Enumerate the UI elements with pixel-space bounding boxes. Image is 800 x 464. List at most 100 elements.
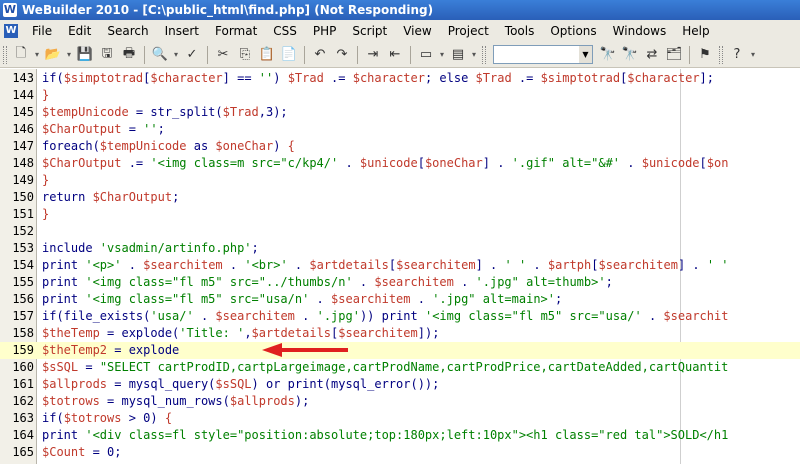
copy-icon[interactable]: ⎘ [235, 45, 255, 65]
code-text: if($totrows > 0) { [42, 410, 172, 427]
menu-project[interactable]: Project [440, 24, 497, 38]
code-editor[interactable]: 143 if($simptotrad[$character] == '') $Tr… [0, 69, 800, 464]
code-line[interactable]: 157 if(file_exists('usa/' . $searchitem .… [0, 308, 800, 325]
code-line[interactable]: 163 if($totrows > 0) { [0, 410, 800, 427]
find-icon[interactable]: 🔭 [598, 45, 618, 65]
annotation-arrow [262, 343, 348, 357]
code-token: $searchitem [215, 309, 295, 323]
code-line[interactable]: 151} [0, 206, 800, 223]
code-line[interactable]: 161 $allprods = mysql_query($sSQL) or pri… [0, 376, 800, 393]
toolbar-grip[interactable] [719, 45, 723, 64]
code-line[interactable]: 158 $theTemp = explode('Title: ',$artdeta… [0, 325, 800, 342]
menu-tools[interactable]: Tools [497, 24, 543, 38]
code-text: include 'vsadmin/artinfo.php'; [42, 240, 259, 257]
code-token: $allprods [42, 377, 108, 391]
code-line[interactable]: 145 $tempUnicode = str_split($Trad,3); [0, 104, 800, 121]
dropdown-arrow-icon[interactable]: ▾ [470, 45, 478, 65]
line-number: 152 [12, 224, 34, 238]
code-text: if(file_exists('usa/' . $searchitem . '.… [42, 308, 728, 325]
code-token: $CharOutput [42, 122, 122, 136]
undo-icon[interactable]: ↶ [310, 45, 330, 65]
code-line[interactable]: 150 return $CharOutput; [0, 189, 800, 206]
replace-icon[interactable]: ⇄ [642, 45, 662, 65]
line-number: 160 [12, 360, 34, 374]
menu-php[interactable]: PHP [305, 24, 345, 38]
toolbar-separator [410, 45, 411, 64]
menu-insert[interactable]: Insert [157, 24, 207, 38]
menu-edit[interactable]: Edit [60, 24, 99, 38]
code-line[interactable]: 143 if($simptotrad[$character] == '') $Tr… [0, 70, 800, 87]
menu-options[interactable]: Options [542, 24, 604, 38]
code-token: $Trad [287, 71, 324, 85]
code-text: $tempUnicode = str_split($Trad,3); [42, 104, 288, 121]
code-line[interactable]: 159 $theTemp2 = explode [0, 342, 800, 359]
code-text: $theTemp = explode('Title: ',$artdetails… [42, 325, 439, 342]
code-token: $searchitem [374, 275, 454, 289]
toolbar-grip[interactable] [482, 45, 486, 64]
chevron-down-icon[interactable]: ▼ [579, 46, 592, 63]
search-combo[interactable]: ▼ [493, 45, 593, 64]
cut-icon[interactable]: ✂ [213, 45, 233, 65]
dropdown-arrow-icon[interactable]: ▾ [33, 45, 41, 65]
code-line[interactable]: 162 $totrows = mysql_num_rows($allprods); [0, 393, 800, 410]
paste-special-icon[interactable]: 📄 [279, 45, 299, 65]
dropdown-arrow-icon[interactable]: ▾ [749, 45, 757, 65]
code-line[interactable]: 148 $CharOutput .= '<img class=m src="c/k… [0, 155, 800, 172]
line-number: 156 [12, 292, 34, 306]
code-token: = 0; [85, 445, 122, 459]
outdent-icon[interactable]: ⇤ [385, 45, 405, 65]
redo-icon[interactable]: ↷ [332, 45, 352, 65]
new-document-icon[interactable]: 🗋 [11, 45, 31, 65]
code-line[interactable]: 160 $sSQL = "SELECT cartProdID,cartpLarge… [0, 359, 800, 376]
code-line[interactable]: 146 $CharOutput = ''; [0, 121, 800, 138]
code-line[interactable]: 164 print '<div class=fl style="position:… [0, 427, 800, 444]
preview-icon[interactable]: 🔍 [150, 45, 170, 65]
code-token: } [42, 207, 50, 221]
code-token: . [193, 309, 216, 323]
spellcheck-icon[interactable]: ✓ [182, 45, 202, 65]
dropdown-arrow-icon[interactable]: ▾ [438, 45, 446, 65]
paste-icon[interactable]: 📋 [257, 45, 277, 65]
code-line[interactable]: 144} [0, 87, 800, 104]
code-line[interactable]: 147 foreach($tempUnicode as $oneChar) { [0, 138, 800, 155]
print-icon[interactable]: 🖶 [119, 45, 139, 65]
find-next-icon[interactable]: 🔭 [620, 45, 640, 65]
code-text: } [42, 87, 49, 104]
code-line[interactable]: 165 $Count = 0; [0, 444, 800, 461]
bookmark-icon[interactable]: ⚑ [695, 45, 715, 65]
code-line[interactable]: 156 print '<img class="fl m5" src="usa/n'… [0, 291, 800, 308]
menu-format[interactable]: Format [207, 24, 265, 38]
indent-icon[interactable]: ⇥ [363, 45, 383, 65]
help-icon[interactable]: ? [727, 45, 747, 65]
code-token: } [42, 173, 50, 187]
find-in-files-icon[interactable]: 🗂 [664, 45, 684, 65]
code-token: . [222, 258, 245, 272]
dropdown-arrow-icon[interactable]: ▾ [172, 45, 180, 65]
menu-css[interactable]: CSS [265, 24, 305, 38]
save-all-icon[interactable]: 🖫 [97, 45, 117, 65]
code-line[interactable]: 153 include 'vsadmin/artinfo.php'; [0, 240, 800, 257]
line-number: 165 [12, 445, 34, 459]
open-folder-icon[interactable]: 📂 [43, 45, 63, 65]
code-token: '<img class=m src="c/kp4/' [150, 156, 339, 170]
dropdown-arrow-icon[interactable]: ▾ [65, 45, 73, 65]
save-icon[interactable]: 💾 [75, 45, 95, 65]
code-line[interactable]: 149} [0, 172, 800, 189]
menu-search[interactable]: Search [99, 24, 156, 38]
menu-windows[interactable]: Windows [605, 24, 675, 38]
code-token: . [294, 309, 317, 323]
code-text: $sSQL = "SELECT cartProdID,cartpLargeima… [42, 359, 728, 376]
code-line[interactable]: 152 [0, 223, 800, 240]
menu-script[interactable]: Script [344, 24, 395, 38]
menu-help[interactable]: Help [674, 24, 717, 38]
layout-icon[interactable]: ▤ [448, 45, 468, 65]
menu-file[interactable]: File [24, 24, 60, 38]
toolbar-grip[interactable] [3, 45, 7, 64]
menu-view[interactable]: View [395, 24, 439, 38]
menu-bar: W File Edit Search Insert Format CSS PHP… [0, 20, 800, 42]
window-icon[interactable]: ▭ [416, 45, 436, 65]
document-menu-icon[interactable]: W [4, 24, 18, 38]
code-line[interactable]: 155 print '<img class="fl m5" src="../thu… [0, 274, 800, 291]
code-token: ' ' [504, 258, 527, 272]
code-line[interactable]: 154 print '<p>' . $searchitem . '<br>' . … [0, 257, 800, 274]
